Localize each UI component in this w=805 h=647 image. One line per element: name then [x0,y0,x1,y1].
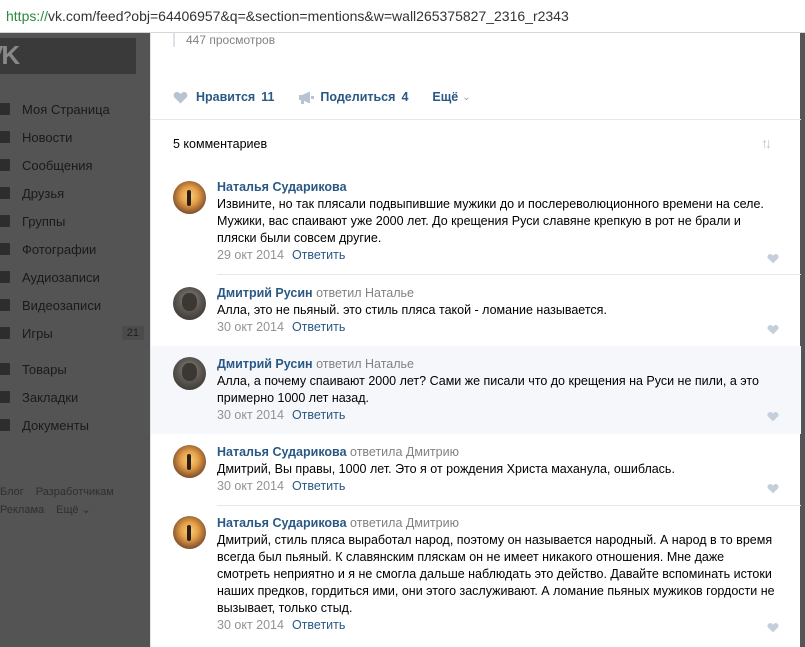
comment-item: Наталья Сударикова ответила Дмитрию Дмит… [151,506,801,647]
comment-body: Наталья Сударикова Извините, но так пляс… [217,179,777,264]
camera-icon [0,243,10,255]
comment-like-icon[interactable] [767,622,779,633]
comments-count-header: 5 комментариев [173,137,268,151]
comment-text: Дмитрий, стиль пляса выработал народ, по… [217,533,775,615]
sidebar-item-documents[interactable]: Документы [0,411,150,439]
reply-to-text: ответила Дмитрию [350,445,459,459]
sidebar-item-friends[interactable]: Друзья [0,179,150,207]
video-icon [0,299,10,311]
avatar[interactable] [173,287,206,320]
sidebar-item-bookmarks[interactable]: Закладки [0,383,150,411]
share-count: 4 [401,90,409,104]
comment-item-highlighted: Дмитрий Русин ответил Наталье Алла, а по… [151,346,801,434]
url-scheme: https:// [6,8,49,24]
avatar[interactable] [173,516,206,549]
comment-body: Дмитрий Русин ответил Наталье Алла, это … [217,285,777,336]
footer-more-link[interactable]: Ещё ⌄ [56,504,91,516]
comment-like-icon[interactable] [767,411,779,422]
sidebar-item-my-page[interactable]: Моя Страница [0,95,150,123]
comment-text: Дмитрий, Вы правы, 1000 лет. Это я от ро… [217,462,675,476]
sidebar-item-photos[interactable]: Фотографии [0,235,150,263]
comment-body: Наталья Сударикова ответила Дмитрию Дмит… [217,444,777,495]
megaphone-icon [299,91,315,104]
heart-icon [173,91,188,104]
comment-body: Дмитрий Русин ответил Наталье Алла, а по… [217,356,777,424]
reply-to-text: ответила Дмитрию [350,516,459,530]
comment-author-link[interactable]: Дмитрий Русин [217,286,313,300]
comment-item: Дмитрий Русин ответил Наталье Алла, это … [151,275,801,347]
comment-date[interactable]: 30 окт 2014 [217,408,284,422]
reply-button[interactable]: Ответить [292,479,345,493]
comment-like-icon[interactable] [767,483,779,494]
footer-blog-link[interactable]: Блог [0,486,24,498]
comment-like-icon[interactable] [767,324,779,335]
more-button[interactable]: Ещё ⌄ [432,90,470,104]
comment-item: Наталья Сударикова Извините, но так пляс… [151,173,801,275]
comment-text: Алла, это не пьяный. это стиль пляса так… [217,303,607,317]
post-panel: 447 просмотров Нравится 11 Поделиться 4 … [150,33,801,647]
sidebar-separator [0,347,150,355]
sidebar-footer: Блог Разработчикам Реклама Ещё ⌄ [0,483,150,519]
share-button[interactable]: Поделиться 4 [298,90,408,104]
shop-icon [0,363,10,375]
comment-text: Алла, а почему спаивают 2000 лет? Сами ж… [217,374,759,405]
actions-divider [151,119,801,120]
comment-date[interactable]: 30 окт 2014 [217,618,284,632]
footer-developers-link[interactable]: Разработчикам [36,486,114,498]
comment-author-link[interactable]: Наталья Сударикова [217,180,347,194]
games-count-badge: 21 [121,326,144,340]
document-icon [0,419,10,431]
like-count: 11 [261,90,275,104]
comment-date[interactable]: 29 окт 2014 [217,248,284,262]
sidebar-item-groups[interactable]: Группы [0,207,150,235]
sidebar-item-messages[interactable]: Сообщения [0,151,150,179]
address-bar[interactable]: https://vk.com/feed?obj=64406957&q=&sect… [0,0,805,33]
news-icon [0,131,10,143]
comment-author-link[interactable]: Наталья Сударикова [217,516,347,530]
views-count: 447 просмотров [173,33,275,47]
comment-body: Наталья Сударикова ответила Дмитрию Дмит… [217,515,777,634]
music-icon [0,271,10,283]
avatar[interactable] [173,445,206,478]
sidebar-item-video[interactable]: Видеозаписи [0,291,150,319]
comment-item: Наталья Сударикова ответила Дмитрию Дмит… [151,434,801,506]
sidebar-item-news[interactable]: Новости [0,123,150,151]
chevron-down-icon: ⌄ [462,91,471,103]
reply-to-text: ответил Наталье [316,286,415,300]
reply-button[interactable]: Ответить [292,408,345,422]
comment-text: Извините, но так плясали подвыпившие муж… [217,197,764,245]
like-label: Нравится [196,90,256,104]
user-icon [0,103,10,115]
reply-button[interactable]: Ответить [292,248,345,262]
gamepad-icon [0,327,10,339]
comment-date[interactable]: 30 окт 2014 [217,479,284,493]
reply-to-text: ответил Наталье [316,357,415,371]
more-label: Ещё [432,90,459,104]
footer-ads-link[interactable]: Реклама [0,504,44,516]
like-button[interactable]: Нравится 11 [173,90,274,104]
share-label: Поделиться [320,90,396,104]
comment-author-link[interactable]: Наталья Сударикова [217,445,347,459]
url-text: vk.com/feed?obj=64406957&q=&section=ment… [48,8,569,24]
sidebar-item-games[interactable]: Игры 21 [0,319,150,347]
comment-date[interactable]: 30 окт 2014 [217,320,284,334]
comment-author-link[interactable]: Дмитрий Русин [217,357,313,371]
avatar[interactable] [173,181,206,214]
groups-icon [0,215,10,227]
reply-button[interactable]: Ответить [292,618,345,632]
avatar[interactable] [173,357,206,390]
vk-logo[interactable]: VK [0,38,136,74]
post-actions: Нравится 11 Поделиться 4 Ещё ⌄ [173,87,471,107]
reply-button[interactable]: Ответить [292,320,345,334]
sidebar-nav: Моя Страница Новости Сообщения Друзья Гр… [0,95,150,439]
comment-like-icon[interactable] [767,253,779,264]
message-icon [0,159,10,171]
sidebar-item-goods[interactable]: Товары [0,355,150,383]
star-icon [0,391,10,403]
sidebar-item-audio[interactable]: Аудиозаписи [0,263,150,291]
sort-arrows-icon[interactable]: ↑↓ [761,135,772,151]
friends-icon [0,187,10,199]
